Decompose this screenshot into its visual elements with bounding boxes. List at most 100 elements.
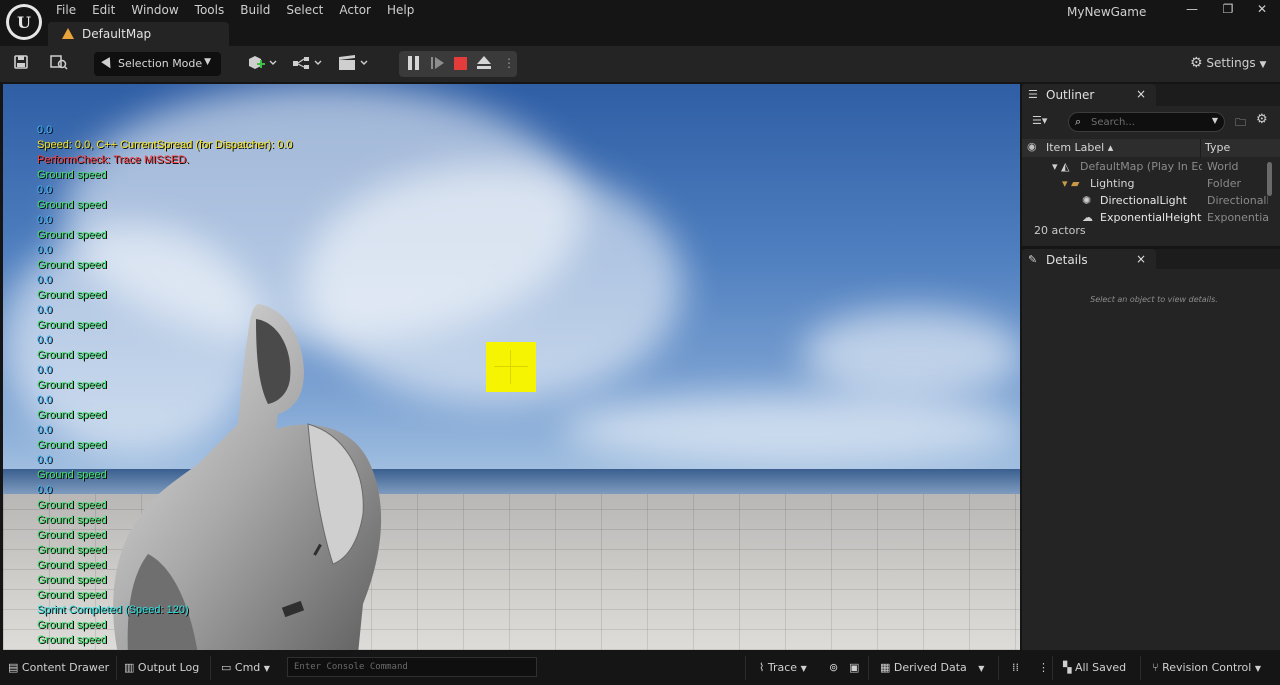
revision-control-dropdown[interactable]: ⑂ Revision Control ▼ <box>1152 661 1261 674</box>
play-controls: ⋮ <box>399 51 517 77</box>
debug-log-line: Ground speed <box>37 499 107 511</box>
outliner-item-type: Folder <box>1207 177 1241 190</box>
column-type[interactable]: Type <box>1205 141 1230 154</box>
level-tab-label: DefaultMap <box>82 27 152 41</box>
debug-log-line: PerformCheck: Trace MISSED. <box>37 154 190 166</box>
gear-icon[interactable]: ⚙ <box>1256 112 1270 127</box>
outliner-row[interactable]: ▾ ◭ DefaultMap (Play In Editor) World <box>1022 159 1268 176</box>
directional-light-icon: ✺ <box>1082 194 1092 207</box>
skip-frame-button[interactable] <box>431 56 445 72</box>
content-drawer-icon: ▤ <box>8 661 19 674</box>
unreal-logo-icon[interactable]: U <box>6 4 42 40</box>
console-icon: ▭ <box>221 661 232 674</box>
project-name: MyNewGame <box>1067 5 1147 19</box>
menu-select[interactable]: Select <box>278 2 331 20</box>
browse-icon[interactable] <box>49 54 69 74</box>
world-icon[interactable]: ▾ ◭ <box>1052 160 1069 173</box>
menu-actor[interactable]: Actor <box>331 2 379 20</box>
menu-window[interactable]: Window <box>123 2 186 20</box>
debug-log-line: Ground speed <box>37 589 107 601</box>
debug-log-line: Ground speed <box>37 259 107 271</box>
more-options-icon[interactable]: ⋮ <box>1038 661 1049 674</box>
debug-log-line: Ground speed <box>37 514 107 526</box>
settings-button[interactable]: ⚙ Settings ▼ <box>1190 55 1266 71</box>
trace-dropdown[interactable]: ⌇ Trace ▼ <box>759 661 807 674</box>
details-tab[interactable]: ✎ Details × <box>1022 249 1156 271</box>
source-control-icon[interactable]: ⁞⁞ <box>1012 661 1019 674</box>
debug-log-line: Ground speed <box>37 574 107 586</box>
close-icon[interactable]: × <box>1136 87 1146 101</box>
pencil-icon: ✎ <box>1028 253 1038 266</box>
level-icon <box>62 28 74 39</box>
eject-button[interactable] <box>477 56 491 72</box>
menu-tools[interactable]: Tools <box>187 2 233 20</box>
menu-edit[interactable]: Edit <box>84 2 123 20</box>
debug-log-line: 0.0 <box>37 184 53 196</box>
menu-file[interactable]: File <box>48 2 84 20</box>
menu-build[interactable]: Build <box>232 2 278 20</box>
chevron-down-icon: ▼ <box>263 664 270 673</box>
outliner-scrollbar[interactable] <box>1267 162 1272 196</box>
minimize-icon[interactable]: — <box>1182 1 1202 17</box>
outliner-tab-label: Outliner <box>1046 88 1095 102</box>
fog-icon: ☁ <box>1082 211 1093 224</box>
all-saved-button[interactable]: ▚ All Saved <box>1063 661 1126 674</box>
level-tab[interactable]: DefaultMap <box>48 22 229 46</box>
debug-log-line: Ground speed <box>37 559 107 571</box>
save-icon[interactable] <box>12 54 30 74</box>
chevron-down-icon: ▼ <box>978 664 985 673</box>
outliner-tab[interactable]: ☰ Outliner × <box>1022 84 1156 106</box>
content-drawer-button[interactable]: ▤ Content Drawer <box>8 661 109 674</box>
close-window-icon[interactable]: ✕ <box>1252 1 1272 17</box>
cloud <box>563 394 1020 464</box>
console-command-input[interactable] <box>287 657 537 677</box>
debug-log-line: 0.0 <box>37 124 53 136</box>
cloud <box>803 309 1020 399</box>
cmd-dropdown[interactable]: ▭ Cmd ▼ <box>221 661 270 674</box>
close-icon[interactable]: × <box>1136 252 1146 266</box>
stop-button[interactable] <box>454 57 467 70</box>
gear-icon: ⚙ <box>1190 55 1203 71</box>
add-actor-icon[interactable] <box>246 54 278 74</box>
debug-log-line: Ground speed <box>37 529 107 541</box>
debug-log-line: Ground speed <box>37 619 107 631</box>
all-saved-label: All Saved <box>1074 661 1127 674</box>
screenshot-icon[interactable]: ▣ <box>849 661 859 674</box>
derived-data-icon: ▦ <box>880 661 891 674</box>
blueprint-icon[interactable] <box>292 54 324 74</box>
restore-icon[interactable]: ❐ <box>1218 1 1238 17</box>
column-item-label[interactable]: Item Label ▴ <box>1046 141 1113 154</box>
outliner-search[interactable]: ⌕ ▼ <box>1068 112 1225 132</box>
debug-log-line: Ground speed <box>37 379 107 391</box>
chevron-down-icon[interactable]: ▼ <box>1212 116 1218 125</box>
output-log-icon: ▥ <box>124 661 135 674</box>
outliner-item-label: ExponentialHeightFog <box>1100 211 1202 224</box>
output-log-button[interactable]: ▥ Output Log <box>124 661 199 674</box>
cinematics-icon[interactable] <box>338 54 370 74</box>
derived-data-dropdown[interactable]: ▦ Derived Data ▼ <box>880 661 984 674</box>
debug-log-line: Ground speed <box>37 319 107 331</box>
settings-label: Settings <box>1206 56 1256 70</box>
folder-icon[interactable]: ▾ ▰ <box>1062 177 1079 190</box>
trace-label: Trace <box>767 661 798 674</box>
debug-log-line: Sprint Completed (Speed: 120) <box>37 604 189 616</box>
add-folder-icon[interactable]: 🗀 <box>1235 114 1249 129</box>
visibility-eye-icon[interactable]: ◉ <box>1027 140 1037 153</box>
output-log-label: Output Log <box>137 661 200 674</box>
debug-log-line: 0.0 <box>37 214 53 226</box>
debug-log-line: 0.0 <box>37 244 53 256</box>
menu-bar: File Edit Window Tools Build Select Acto… <box>48 2 422 20</box>
crosshair <box>486 342 536 392</box>
outliner-item-label: Lighting <box>1090 177 1135 190</box>
pause-button[interactable] <box>408 56 420 72</box>
outliner-item-type: DirectionalL <box>1207 194 1268 207</box>
play-options-icon[interactable]: ⋮ <box>503 56 515 72</box>
outliner-row[interactable]: ▾ ▰ Lighting Folder <box>1022 176 1268 193</box>
menu-help[interactable]: Help <box>379 2 422 20</box>
search-input[interactable] <box>1091 115 1206 129</box>
filter-icon[interactable]: ☰▾ <box>1032 114 1047 127</box>
outliner-row[interactable]: ✺ DirectionalLight DirectionalL <box>1022 193 1268 210</box>
selection-mode-dropdown[interactable]: Selection Mode ▼ <box>94 52 221 76</box>
level-viewport[interactable]: 0.0 Speed: 0.0, C++ CurrentSpread (for Di… <box>3 84 1020 650</box>
record-icon[interactable]: ⊚ <box>829 661 838 674</box>
